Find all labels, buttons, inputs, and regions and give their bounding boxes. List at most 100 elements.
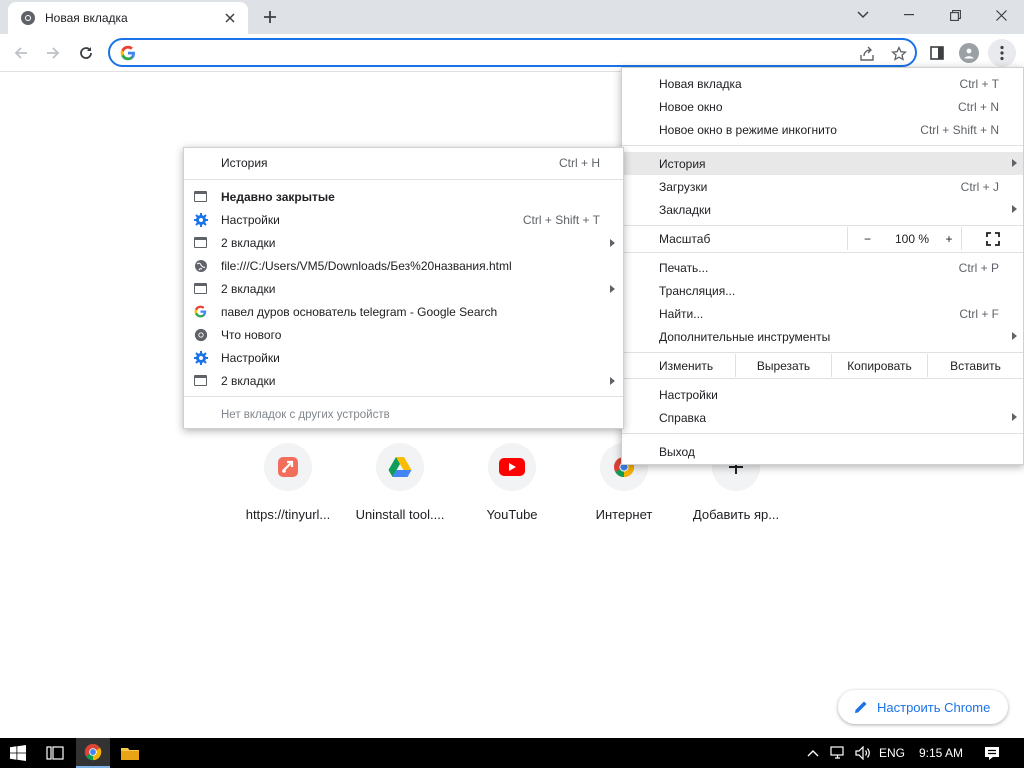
google-drive-icon [376,443,424,491]
history-item-label: павел дуров основатель telegram - Google… [221,304,498,319]
profile-button[interactable] [955,39,983,67]
history-no-tabs-note: Нет вкладок с других устройств [221,408,390,421]
menu-item-new-tab[interactable]: Новая вкладка Ctrl + T [622,72,1023,95]
tab-new-tab[interactable]: Новая вкладка [8,2,248,34]
submenu-arrow-icon [1012,205,1017,213]
shortcut-label: Uninstall tool.... [355,507,445,522]
history-list-item[interactable]: Настройки Ctrl + Shift + T [184,208,623,231]
shortcut-label: YouTube [486,507,538,522]
history-list-item[interactable]: 2 вкладки [184,277,623,300]
menu-divider [622,252,1023,253]
chrome-icon [21,11,35,25]
google-g-icon [120,45,135,61]
volume-icon[interactable] [851,738,875,768]
customize-chrome-button[interactable]: Настроить Chrome [838,690,1008,724]
cut-button[interactable]: Вырезать [735,354,831,377]
tab-window-icon [193,235,208,250]
fullscreen-button[interactable] [961,227,1023,250]
zoom-label: Масштаб [659,232,711,246]
menu-divider [184,396,623,397]
tab-search-icon[interactable] [840,0,886,30]
kebab-menu-icon [1000,45,1004,61]
history-item-history[interactable]: История Ctrl + H [184,151,623,174]
tab-title: Новая вкладка [45,11,128,25]
taskbar-chrome[interactable] [76,738,110,768]
menu-item-help[interactable]: Справка [622,406,1023,429]
menu-divider [622,378,1023,379]
forward-button[interactable] [38,38,68,68]
windows-taskbar: ENG 9:15 AM [0,738,1024,768]
address-input[interactable] [144,44,844,62]
menu-item-bookmarks[interactable]: Закладки [622,198,1023,221]
clock[interactable]: 9:15 AM [912,738,970,768]
menu-item-new-window[interactable]: Новое окно Ctrl + N [622,95,1023,118]
action-center-icon[interactable] [978,738,1006,768]
history-submenu: История Ctrl + H Недавно закрытые Настро… [183,147,624,429]
history-list-item[interactable]: Настройки [184,346,623,369]
start-button[interactable] [0,738,36,768]
windows-logo-icon [10,745,26,761]
tab-window-icon [193,373,208,388]
menu-divider [622,225,1023,226]
menu-item-history[interactable]: История [622,152,1023,175]
globe-icon [193,258,208,273]
tinyurl-icon [264,443,312,491]
reload-button[interactable] [71,38,101,68]
chrome-main-menu: Новая вкладка Ctrl + T Новое окно Ctrl +… [621,67,1024,465]
tray-overflow-icon[interactable] [802,738,824,768]
menu-item-cast[interactable]: Трансляция... [622,279,1023,302]
shortcut-label: Интернет [595,507,653,522]
avatar [959,43,979,63]
settings-gear-icon [193,350,208,365]
shortcut-label: Добавить яр... [692,507,780,522]
history-list-item[interactable]: павел дуров основатель telegram - Google… [184,300,623,323]
side-panel-icon[interactable] [923,39,951,67]
back-button[interactable] [6,38,36,68]
shortcut-youtube[interactable]: YouTube [456,443,568,533]
taskbar-file-explorer[interactable] [113,738,147,768]
share-icon[interactable] [858,45,876,63]
pencil-icon [855,701,867,713]
zoom-in-button[interactable]: + [937,227,961,250]
copy-button[interactable]: Копировать [831,354,927,377]
history-item-label: Настройки [221,350,280,365]
history-item-label: Настройки [221,212,280,227]
close-tab-icon[interactable] [222,10,238,26]
customize-label: Настроить Chrome [877,699,991,715]
menu-item-find[interactable]: Найти... Ctrl + F [622,302,1023,325]
menu-item-incognito[interactable]: Новое окно в режиме инкогнито Ctrl + Shi… [622,118,1023,141]
bookmark-star-icon[interactable] [890,45,908,63]
shortcut-tinyurl[interactable]: https://tinyurl... [232,443,344,533]
menu-item-print[interactable]: Печать... Ctrl + P [622,256,1023,279]
youtube-icon [488,443,536,491]
menu-divider [622,145,1023,146]
submenu-arrow-icon [1012,332,1017,340]
history-list-item[interactable]: 2 вкладки [184,369,623,392]
tab-window-icon [193,281,208,296]
history-list-item[interactable]: 2 вкладки [184,231,623,254]
restore-button[interactable] [932,0,978,30]
new-tab-button[interactable] [258,6,282,28]
chrome-icon [84,743,102,761]
history-item-label: Что нового [221,327,282,342]
minimize-button[interactable] [886,0,932,30]
close-window-button[interactable] [978,0,1024,30]
omnibox[interactable] [108,38,917,67]
shortcut-uninstall-tool[interactable]: Uninstall tool.... [344,443,456,533]
menu-item-downloads[interactable]: Загрузки Ctrl + J [622,175,1023,198]
menu-item-settings[interactable]: Настройки [622,383,1023,406]
language-indicator[interactable]: ENG [877,738,907,768]
menu-divider [184,179,623,180]
history-list-item[interactable]: file:///C:/Users/VM5/Downloads/Без%20наз… [184,254,623,277]
tab-window-icon [194,191,207,202]
history-list-item[interactable]: Что нового [184,323,623,346]
task-view-button[interactable] [38,738,72,768]
menu-item-exit[interactable]: Выход [622,440,1023,463]
zoom-level: 100 % [894,231,930,246]
menu-item-more-tools[interactable]: Дополнительные инструменты [622,325,1023,348]
paste-button[interactable]: Вставить [927,354,1023,377]
history-item-label: 2 вкладки [221,235,276,250]
chrome-menu-button[interactable] [988,39,1016,67]
zoom-out-button[interactable]: − [847,227,887,250]
network-icon[interactable] [826,738,850,768]
